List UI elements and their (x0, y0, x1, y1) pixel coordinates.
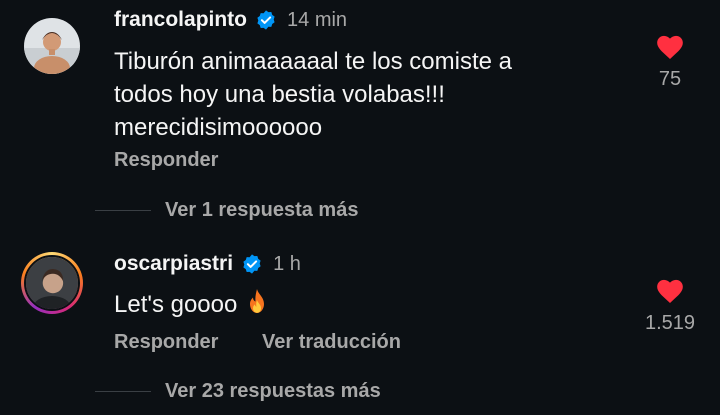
like-count: 75 (658, 68, 682, 90)
comment-text-line: merecidisimoooooo (114, 114, 323, 141)
divider-line (95, 210, 151, 211)
avatar-oscarpiastri[interactable] (21, 252, 83, 314)
comment-text-line: Tiburón animaaaaaal te los comiste a (114, 48, 512, 75)
like-control: 1.519 (638, 278, 702, 335)
comment-header: oscarpiastri 1 h (114, 252, 301, 276)
comment-header: francolapinto 14 min (114, 8, 347, 32)
view-more-replies-button[interactable]: Ver 23 respuestas más (95, 380, 381, 403)
comment-text: Tiburón animaaaaaal te los comiste a tod… (114, 45, 512, 144)
like-count: 1.519 (644, 312, 696, 334)
username[interactable]: francolapinto (114, 8, 247, 32)
comment-text: Let's goooo (114, 288, 269, 321)
see-translation-button[interactable]: Ver traducción (262, 331, 401, 354)
avatar-photo (24, 18, 80, 74)
heart-filled-icon[interactable] (656, 34, 684, 60)
reply-button[interactable]: Responder (114, 331, 218, 354)
fire-icon (250, 289, 265, 313)
divider-line (95, 391, 151, 392)
like-control: 75 (638, 34, 702, 91)
view-more-replies-label: Ver 1 respuesta más (165, 199, 359, 221)
heart-filled-icon[interactable] (656, 278, 684, 304)
username[interactable]: oscarpiastri (114, 252, 233, 276)
comment-time: 1 h (273, 252, 301, 275)
view-more-replies-button[interactable]: Ver 1 respuesta más (95, 199, 358, 222)
avatar-photo (24, 255, 80, 311)
comment-text-line: todos hoy una bestia volabas!!! (114, 81, 445, 108)
comment-text-line: Let's goooo (114, 291, 238, 318)
view-more-replies-label: Ver 23 respuestas más (165, 380, 381, 402)
comment-time: 14 min (287, 8, 348, 31)
reply-button[interactable]: Responder (114, 149, 218, 172)
verified-badge-icon (243, 254, 261, 274)
verified-badge-icon (257, 10, 275, 30)
avatar-francolapinto[interactable] (24, 18, 80, 74)
